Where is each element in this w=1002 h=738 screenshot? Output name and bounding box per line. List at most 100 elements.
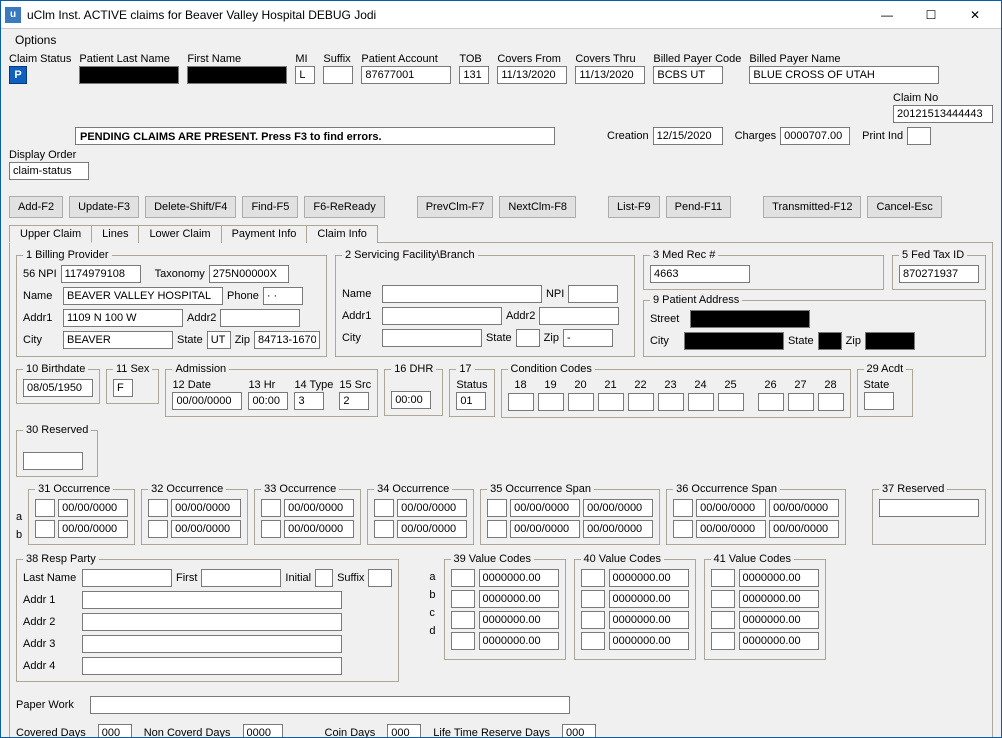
pataddr-street-input[interactable] <box>690 310 810 328</box>
occ32-b-code[interactable] <box>148 520 168 538</box>
occ36-a-code[interactable] <box>673 499 693 517</box>
mi-input[interactable] <box>295 66 315 84</box>
tab-claim-info[interactable]: Claim Info <box>306 225 378 243</box>
menu-options[interactable]: Options <box>9 31 62 49</box>
adm-type-input[interactable] <box>294 392 324 410</box>
vc39-code-3[interactable] <box>451 632 475 650</box>
vc41-code-0[interactable] <box>711 569 735 587</box>
vc41-code-1[interactable] <box>711 590 735 608</box>
transmitted-button[interactable]: Transmitted-F12 <box>763 196 861 218</box>
pataddr-zip-input[interactable] <box>865 332 915 350</box>
claim-no-input[interactable] <box>893 105 993 123</box>
account-input[interactable] <box>361 66 451 84</box>
occ33-a-code[interactable] <box>261 499 281 517</box>
vc39-code-2[interactable] <box>451 611 475 629</box>
billed-payer-code-input[interactable] <box>653 66 723 84</box>
reserved30-input[interactable] <box>23 452 83 470</box>
servicing-state-input[interactable] <box>516 329 540 347</box>
occ31-a-code[interactable] <box>35 499 55 517</box>
occ36-b-code[interactable] <box>673 520 693 538</box>
medrec-input[interactable] <box>650 265 750 283</box>
occ35-a-code[interactable] <box>487 499 507 517</box>
resp-addr2-input[interactable] <box>82 613 342 631</box>
sex-input[interactable] <box>113 379 133 397</box>
close-button[interactable]: ✕ <box>953 2 997 28</box>
acdt-state-input[interactable] <box>864 392 894 410</box>
occ31-b-date[interactable] <box>58 520 128 538</box>
minimize-button[interactable]: — <box>865 2 909 28</box>
pataddr-city-input[interactable] <box>684 332 784 350</box>
pataddr-state-input[interactable] <box>818 332 842 350</box>
occ36-b-to[interactable] <box>769 520 839 538</box>
cond-input-20[interactable] <box>568 393 594 411</box>
occ34-b-code[interactable] <box>374 520 394 538</box>
billing-zip-input[interactable] <box>254 331 320 349</box>
billing-city-input[interactable] <box>63 331 173 349</box>
vc40-code-0[interactable] <box>581 569 605 587</box>
covers-from-input[interactable] <box>497 66 567 84</box>
vc40-amount-1[interactable] <box>609 590 689 608</box>
vc39-code-1[interactable] <box>451 590 475 608</box>
servicing-addr1-input[interactable] <box>382 307 502 325</box>
vc40-code-3[interactable] <box>581 632 605 650</box>
taxonomy-input[interactable] <box>209 265 289 283</box>
coin-days-input[interactable] <box>387 724 421 737</box>
prevclm-button[interactable]: PrevClm-F7 <box>417 196 494 218</box>
covered-days-input[interactable] <box>98 724 132 737</box>
cond-input-22[interactable] <box>628 393 654 411</box>
vc40-code-1[interactable] <box>581 590 605 608</box>
vc40-amount-2[interactable] <box>609 611 689 629</box>
occ31-b-code[interactable] <box>35 520 55 538</box>
vc39-code-0[interactable] <box>451 569 475 587</box>
resp-first-input[interactable] <box>201 569 281 587</box>
patient-first-input[interactable] <box>187 66 287 84</box>
servicing-name-input[interactable] <box>382 285 542 303</box>
cancel-button[interactable]: Cancel-Esc <box>867 196 941 218</box>
tab-lines[interactable]: Lines <box>91 225 139 243</box>
servicing-npi-input[interactable] <box>568 285 618 303</box>
billing-name-input[interactable] <box>63 287 223 305</box>
vc41-amount-3[interactable] <box>739 632 819 650</box>
vc41-amount-1[interactable] <box>739 590 819 608</box>
cond-input-25[interactable] <box>718 393 744 411</box>
cond-input-24[interactable] <box>688 393 714 411</box>
billing-state-input[interactable] <box>207 331 231 349</box>
tab-payment-info[interactable]: Payment Info <box>221 225 308 243</box>
vc41-amount-2[interactable] <box>739 611 819 629</box>
vc41-code-2[interactable] <box>711 611 735 629</box>
birth-input[interactable] <box>23 379 93 397</box>
occ34-a-code[interactable] <box>374 499 394 517</box>
vc41-amount-0[interactable] <box>739 569 819 587</box>
tab-lower-claim[interactable]: Lower Claim <box>138 225 221 243</box>
occ35-b-to[interactable] <box>583 520 653 538</box>
cond-input-23[interactable] <box>658 393 684 411</box>
occ35-a-to[interactable] <box>583 499 653 517</box>
occ32-a-date[interactable] <box>171 499 241 517</box>
occ33-b-code[interactable] <box>261 520 281 538</box>
servicing-city-input[interactable] <box>382 329 482 347</box>
display-order-input[interactable] <box>9 162 89 180</box>
occ34-b-date[interactable] <box>397 520 467 538</box>
update-button[interactable]: Update-F3 <box>69 196 139 218</box>
billed-payer-name-input[interactable] <box>749 66 939 84</box>
covers-thru-input[interactable] <box>575 66 645 84</box>
billing-addr2-input[interactable] <box>220 309 300 327</box>
cond-input-27[interactable] <box>788 393 814 411</box>
vc40-amount-0[interactable] <box>609 569 689 587</box>
add-button[interactable]: Add-F2 <box>9 196 63 218</box>
suffix-input[interactable] <box>323 66 353 84</box>
vc39-amount-2[interactable] <box>479 611 559 629</box>
vc39-amount-0[interactable] <box>479 569 559 587</box>
delete-button[interactable]: Delete-Shift/F4 <box>145 196 236 218</box>
print-ind-input[interactable] <box>907 127 931 145</box>
reserved37-input[interactable] <box>879 499 979 517</box>
ltr-days-input[interactable] <box>562 724 596 737</box>
vc40-code-2[interactable] <box>581 611 605 629</box>
cond-input-26[interactable] <box>758 393 784 411</box>
servicing-zip-input[interactable] <box>563 329 613 347</box>
occ33-a-date[interactable] <box>284 499 354 517</box>
npi-input[interactable] <box>61 265 141 283</box>
vc40-amount-3[interactable] <box>609 632 689 650</box>
phone-input[interactable] <box>263 287 303 305</box>
occ35-a-from[interactable] <box>510 499 580 517</box>
